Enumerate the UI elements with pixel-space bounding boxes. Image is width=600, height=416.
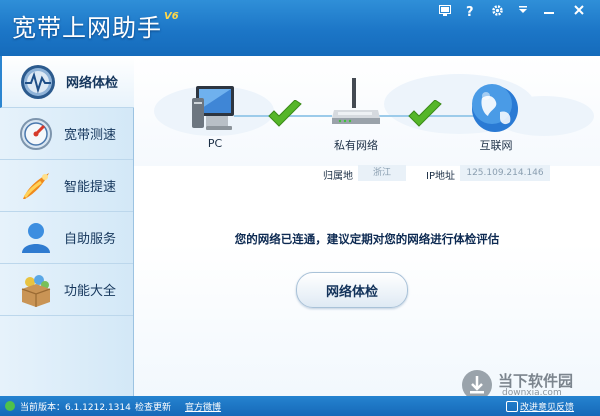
main-panel: PC 私有网络 互联网 归属地 浙江 IP地址 125.109.214.146 … xyxy=(134,56,600,396)
rocket-icon xyxy=(23,173,49,199)
pc-icon xyxy=(192,86,234,130)
router-icon xyxy=(332,78,380,124)
check-icon xyxy=(268,100,302,127)
skin-button[interactable] xyxy=(432,0,458,20)
sidebar-item-network-check[interactable]: 网络体检 xyxy=(0,56,135,108)
speedometer-icon xyxy=(20,118,52,150)
feedback-icon xyxy=(506,401,518,412)
close-icon xyxy=(574,5,584,15)
app-window: 宽带上网助手 V6 ? 网络体检 宽带测速 智能提速 自助服务 功能大全 PC … xyxy=(0,0,600,416)
minimize-icon xyxy=(544,12,554,14)
help-icon: ? xyxy=(466,5,474,17)
window-controls: ? xyxy=(432,0,596,20)
feedback-link[interactable]: 改进意见反馈 xyxy=(520,400,574,413)
internet-globe-icon xyxy=(472,84,518,132)
sidebar: 网络体检 宽带测速 智能提速 自助服务 功能大全 xyxy=(0,56,135,396)
sidebar-item-label: 网络体检 xyxy=(66,76,119,91)
internet-label: 互联网 xyxy=(479,139,513,152)
status-ok-icon xyxy=(5,401,15,411)
toolbox-icon xyxy=(21,275,51,307)
location-value: 浙江 xyxy=(358,165,406,181)
network-status-message: 您的网络已连通，建议定期对您的网络进行体检评估 xyxy=(234,232,500,246)
app-version-badge: V6 xyxy=(164,11,179,22)
sidebar-item-label: 宽带测速 xyxy=(64,128,117,143)
help-button[interactable]: ? xyxy=(458,0,484,20)
app-title: 宽带上网助手 xyxy=(12,14,162,42)
skin-icon xyxy=(439,4,451,16)
settings-button[interactable] xyxy=(484,0,510,20)
check-update-link[interactable]: 检查更新 xyxy=(135,400,171,413)
sidebar-item-speed-test[interactable]: 宽带测速 xyxy=(0,108,133,160)
pc-label: PC xyxy=(207,137,223,150)
title-bar: 宽带上网助手 V6 ? xyxy=(0,0,600,56)
sidebar-item-self-service[interactable]: 自助服务 xyxy=(0,212,133,264)
location-label: 归属地 xyxy=(323,171,353,182)
network-check-icon xyxy=(21,65,55,99)
gear-icon xyxy=(491,4,503,16)
ip-value: 125.109.214.146 xyxy=(460,165,550,181)
router-label: 私有网络 xyxy=(334,139,378,152)
sidebar-item-label: 功能大全 xyxy=(64,284,117,299)
status-bar: 当前版本：6.1.1212.1314 检查更新 官方微博 改进意见反馈 xyxy=(0,396,600,416)
network-check-button[interactable]: 网络体检 xyxy=(296,272,408,308)
check-icon xyxy=(408,100,442,127)
user-icon xyxy=(22,223,50,253)
official-weibo-link[interactable]: 官方微博 xyxy=(185,400,221,413)
sidebar-item-label: 智能提速 xyxy=(64,180,117,195)
menu-button[interactable] xyxy=(510,0,536,20)
ip-label: IP地址 xyxy=(426,171,455,182)
svg-text:?: ? xyxy=(466,5,474,17)
minimize-button[interactable] xyxy=(536,0,562,20)
close-button[interactable] xyxy=(562,0,596,20)
sidebar-item-label: 自助服务 xyxy=(64,232,117,247)
dropdown-icon xyxy=(519,6,527,13)
sidebar-item-smart-boost[interactable]: 智能提速 xyxy=(0,160,133,212)
sidebar-item-all-features[interactable]: 功能大全 xyxy=(0,264,133,316)
version-text: 当前版本：6.1.1212.1314 xyxy=(20,403,131,413)
